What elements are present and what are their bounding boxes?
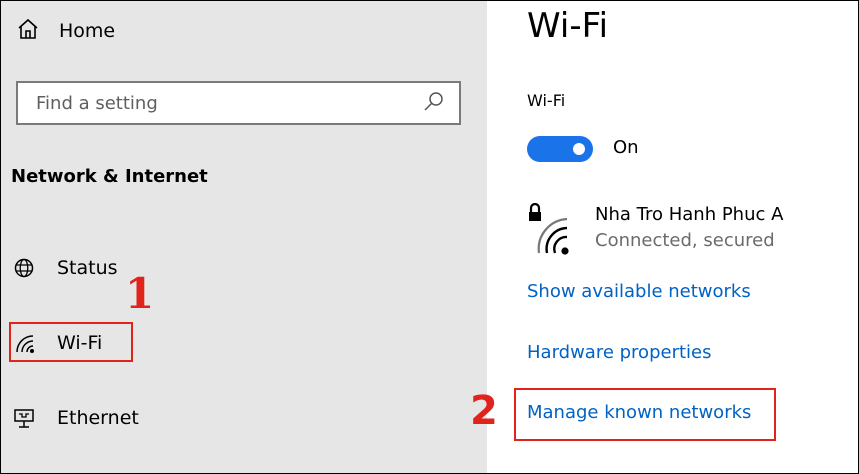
ethernet-icon: [11, 407, 37, 429]
sidebar-item-label: Status: [57, 257, 118, 279]
main-panel: Wi-Fi Wi-Fi On Nha Tro Hanh Phuc A Conne…: [487, 1, 858, 473]
annotation-marker-2: 2: [470, 388, 498, 434]
search-box[interactable]: [16, 81, 461, 125]
page-title: Wi-Fi: [527, 6, 609, 46]
sidebar-item-status[interactable]: Status: [11, 248, 118, 288]
home-icon: [17, 18, 39, 45]
search-input[interactable]: [34, 91, 423, 115]
sidebar-item-wifi[interactable]: Wi-Fi: [11, 323, 102, 363]
connected-network[interactable]: Nha Tro Hanh Phuc A Connected, secured: [527, 202, 784, 263]
search-icon[interactable]: [423, 90, 445, 116]
network-status: Connected, secured: [595, 230, 775, 251]
secured-wifi-icon: [527, 202, 577, 263]
section-title: Network & Internet: [11, 166, 208, 187]
annotation-marker-1: 1: [125, 269, 155, 318]
hardware-properties-link[interactable]: Hardware properties: [527, 342, 711, 363]
sidebar: Home Network & Internet Status Wi-Fi Eth…: [1, 1, 487, 473]
sidebar-item-label: Ethernet: [57, 407, 139, 429]
network-name: Nha Tro Hanh Phuc A: [595, 204, 784, 225]
wifi-icon: [11, 332, 37, 354]
toggle-knob: [573, 143, 585, 155]
sidebar-item-ethernet[interactable]: Ethernet: [11, 398, 139, 438]
home-label: Home: [59, 20, 116, 42]
sidebar-item-label: Wi-Fi: [57, 332, 103, 354]
toggle-state-label: On: [613, 137, 639, 158]
home-nav-item[interactable]: Home: [17, 16, 115, 46]
wifi-toggle[interactable]: [527, 136, 593, 162]
manage-known-networks-link[interactable]: Manage known networks: [527, 402, 751, 423]
show-available-networks-link[interactable]: Show available networks: [527, 281, 751, 302]
wifi-toggle-label: Wi-Fi: [527, 91, 566, 110]
globe-icon: [11, 257, 37, 279]
